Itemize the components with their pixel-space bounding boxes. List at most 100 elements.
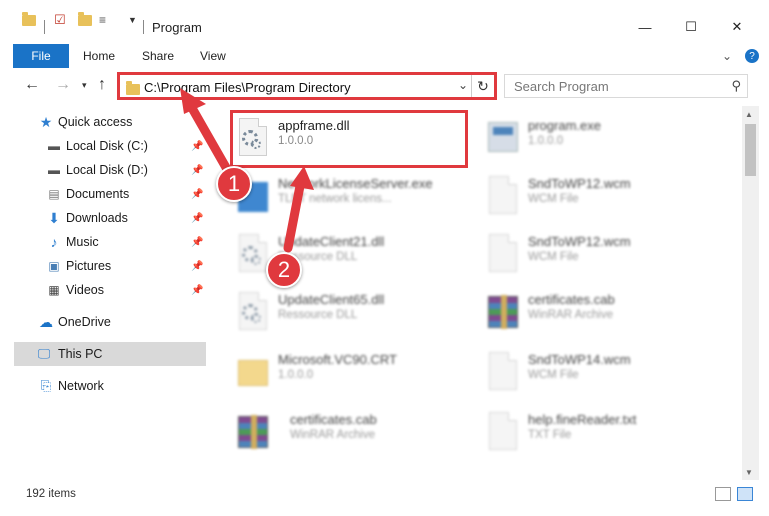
sidebar-item-label: Music — [66, 235, 99, 249]
properties-icon[interactable]: ☑ — [54, 10, 66, 30]
help-icon[interactable]: ? — [745, 49, 759, 63]
sidebar-item-onedrive[interactable]: ☁ OneDrive — [0, 310, 206, 334]
details-view-icon[interactable] — [715, 487, 731, 501]
address-path[interactable]: C:\Program Files\Program Directory — [144, 80, 351, 95]
pin-icon[interactable]: 📌 — [191, 261, 203, 272]
pictures-icon: ▣ — [48, 259, 60, 273]
pin-icon[interactable]: 📌 — [191, 165, 203, 176]
search-icon[interactable]: ⚲ — [731, 78, 741, 94]
pin-icon[interactable]: 📌 — [191, 285, 203, 296]
tab-home[interactable]: Home — [83, 49, 115, 63]
blank-file-icon — [486, 352, 520, 392]
pin-icon[interactable]: 📌 — [191, 213, 203, 224]
file-item-program-exe[interactable]: program.exe 1.0.0.0 — [486, 110, 726, 166]
sidebar-item-label: Quick access — [58, 115, 133, 129]
sidebar-item-label: Local Disk (D:) — [66, 163, 148, 177]
refresh-icon[interactable]: ↻ — [471, 75, 494, 97]
cloud-icon: ☁ — [39, 313, 53, 330]
tab-file[interactable]: File — [13, 44, 69, 68]
file-item[interactable]: certificates.cab WinRAR Archive — [236, 404, 476, 460]
file-item[interactable]: SndToWP12.wcm WCM File — [486, 226, 726, 282]
file-name: NetworkLicenseServer.exe — [278, 176, 433, 191]
maximize-button[interactable]: ☐ — [668, 14, 714, 40]
file-name: Microsoft.VC90.CRT — [278, 352, 397, 367]
sidebar-item-label: Network — [58, 379, 104, 393]
videos-icon: ▦ — [48, 283, 60, 297]
file-type: WCM File — [528, 193, 579, 205]
winrar-icon — [236, 412, 270, 452]
minimize-button[interactable]: — — [622, 14, 668, 40]
sidebar-item-pictures[interactable]: ▣ Pictures 📌 — [0, 254, 206, 278]
new-folder-icon[interactable] — [78, 10, 92, 30]
sidebar-item-network[interactable]: ⎘ Network — [0, 374, 206, 398]
scroll-up-icon[interactable]: ▲ — [745, 110, 753, 119]
sidebar-item-local-disk-d[interactable]: ▬ Local Disk (D:) 📌 — [0, 158, 206, 182]
sidebar-item-downloads[interactable]: ⬇ Downloads 📌 — [0, 206, 206, 230]
documents-icon: ▤ — [48, 187, 60, 201]
sidebar-item-quick-access[interactable]: ★ Quick access — [0, 110, 206, 134]
sidebar-item-label: Downloads — [66, 211, 128, 225]
search-input[interactable]: Search Program ⚲ — [504, 74, 748, 98]
pin-icon[interactable]: 📌 — [191, 237, 203, 248]
sidebar-item-this-pc[interactable]: 🖵 This PC — [14, 342, 206, 366]
music-icon: ♪ — [50, 234, 58, 250]
pin-icon[interactable]: 📌 — [191, 189, 203, 200]
file-item[interactable]: help.fineReader.txt TXT File — [486, 404, 726, 460]
file-type: 1.0.0.0 — [528, 135, 564, 147]
item-count: 192 items — [26, 488, 76, 500]
sidebar-item-label: Pictures — [66, 259, 112, 273]
file-type: TXT File — [528, 429, 572, 441]
separator — [143, 20, 144, 34]
window-title: Program — [152, 20, 202, 35]
sidebar-item-documents[interactable]: ▤ Documents 📌 — [0, 182, 206, 206]
file-type: WinRAR Archive — [528, 309, 613, 321]
sidebar-item-music[interactable]: ♪ Music 📌 — [0, 230, 206, 254]
tab-share[interactable]: Share — [142, 49, 174, 63]
customize-toolbar-icon[interactable]: ≡ — [99, 10, 106, 30]
file-name: SndToWP12.wcm — [528, 176, 631, 191]
status-bar: 192 items — [0, 482, 769, 506]
scrollbar-thumb[interactable] — [745, 124, 756, 176]
drive-icon: ▬ — [48, 163, 60, 177]
separator — [44, 20, 45, 34]
file-item[interactable]: UpdateClient65.dll Ressource DLL — [236, 284, 476, 340]
step-badge-1: 1 — [216, 166, 252, 202]
vertical-scrollbar[interactable]: ▲ ▼ — [742, 106, 759, 480]
chevron-down-icon[interactable]: ⌄ — [458, 78, 468, 92]
file-item[interactable]: SndToWP14.wcm WCM File — [486, 344, 726, 400]
close-button[interactable]: ✕ — [714, 14, 760, 40]
file-name: SndToWP14.wcm — [528, 352, 631, 367]
address-bar[interactable]: C:\Program Files\Program Directory ⌄ ↻ — [117, 72, 497, 100]
file-name: SndToWP12.wcm — [528, 234, 631, 249]
dll-gear-icon — [236, 234, 270, 274]
scroll-down-icon[interactable]: ▼ — [745, 468, 753, 477]
file-item[interactable]: certificates.cab WinRAR Archive — [486, 284, 726, 340]
up-arrow-icon[interactable]: ↑ — [98, 76, 106, 94]
sidebar-item-local-disk-c[interactable]: ▬ Local Disk (C:) 📌 — [0, 134, 206, 158]
file-item[interactable]: NetworkLicenseServer.exe TLET network li… — [236, 168, 476, 224]
file-type: WCM File — [528, 369, 579, 381]
folder-icon — [126, 81, 140, 95]
back-arrow-icon[interactable]: ← — [24, 76, 40, 94]
file-name: UpdateClient21.dll — [278, 234, 385, 249]
file-type: TLET network licens... — [278, 193, 392, 205]
drive-icon: ▬ — [48, 139, 60, 153]
file-name: certificates.cab — [528, 292, 615, 307]
forward-arrow-icon[interactable]: → — [55, 76, 71, 94]
pin-icon[interactable]: 📌 — [191, 141, 203, 152]
tab-view[interactable]: View — [200, 49, 226, 63]
file-type: Ressource DLL — [278, 309, 358, 321]
ribbon-expand-icon[interactable]: ⌄ — [722, 49, 732, 63]
file-name: help.fineReader.txt — [528, 412, 637, 427]
sidebar-item-label: Documents — [66, 187, 130, 201]
address-row: ← → ▾ ↑ C:\Program Files\Program Directo… — [0, 70, 769, 102]
recent-locations-chevron-icon[interactable]: ▾ — [82, 80, 87, 91]
file-item[interactable]: SndToWP12.wcm WCM File — [486, 168, 726, 224]
blank-file-icon — [486, 176, 520, 216]
quick-access-dropdown-icon[interactable]: ▼ — [128, 10, 137, 30]
file-item[interactable]: Microsoft.VC90.CRT 1.0.0.0 — [236, 344, 476, 400]
dll-gear-icon — [236, 292, 270, 332]
large-icons-view-icon[interactable] — [737, 487, 753, 501]
file-name: program.exe — [528, 118, 601, 133]
sidebar-item-videos[interactable]: ▦ Videos 📌 — [0, 278, 206, 302]
